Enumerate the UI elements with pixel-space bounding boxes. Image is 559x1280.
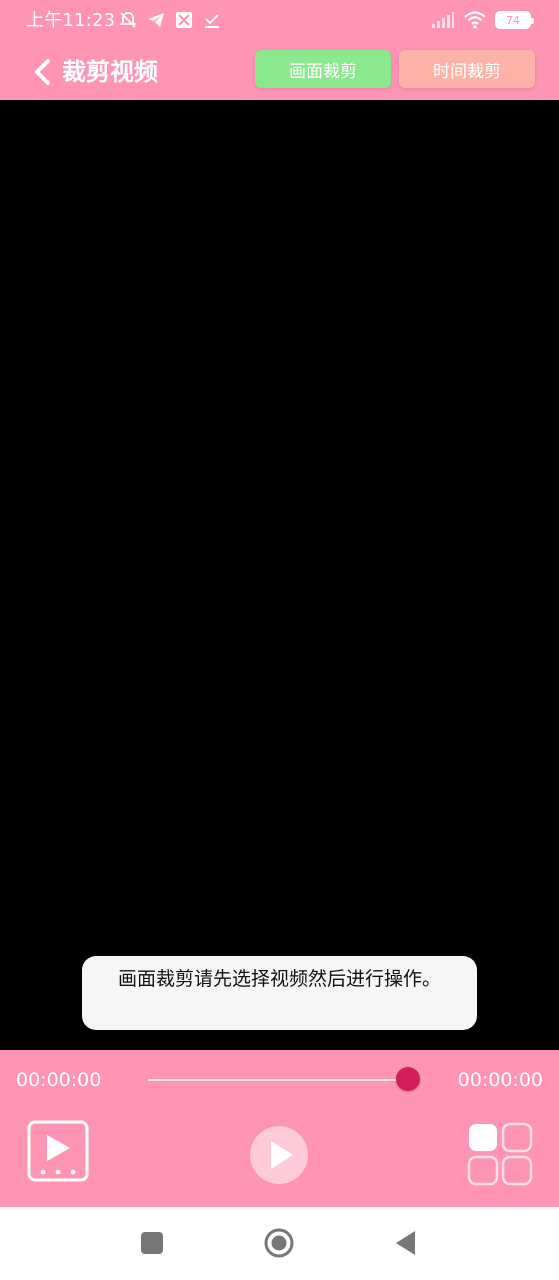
video-file-icon[interactable]	[27, 1120, 89, 1182]
telegram-icon	[148, 13, 164, 27]
notification-muted-icon	[119, 12, 137, 28]
crop-time-button[interactable]: 时间裁剪	[399, 50, 535, 88]
toast-message: 画面裁剪请先选择视频然后进行操作。	[82, 956, 477, 1030]
system-icons: 74	[431, 10, 534, 30]
notification-icons	[118, 10, 222, 30]
battery-icon: 74	[495, 11, 534, 29]
download-done-icon	[205, 14, 219, 28]
chevron-left-icon[interactable]	[28, 56, 58, 88]
back-triangle-icon[interactable]	[390, 1227, 422, 1259]
status-bar: 上午11:23 74	[0, 0, 559, 42]
current-time: 00:00:00	[16, 1069, 102, 1091]
video-preview[interactable]	[0, 100, 559, 1050]
navigation-bar	[0, 1207, 559, 1280]
page-title: 裁剪视频	[62, 58, 158, 86]
control-panel: 00:00:00 00:00:00	[0, 1050, 559, 1207]
recents-square-icon[interactable]	[136, 1227, 168, 1259]
signal-icon	[432, 12, 454, 28]
home-circle-icon[interactable]	[263, 1227, 295, 1259]
play-icon[interactable]	[249, 1125, 309, 1185]
progress-thumb[interactable]	[396, 1067, 420, 1091]
app-bar: 裁剪视频 画面裁剪 时间裁剪	[0, 42, 559, 100]
progress-track[interactable]	[148, 1079, 408, 1081]
grid-icon[interactable]	[467, 1122, 533, 1186]
status-time: 上午11:23	[26, 10, 116, 31]
wifi-icon	[464, 11, 486, 29]
app-icon	[176, 12, 192, 28]
crop-frame-button[interactable]: 画面裁剪	[255, 50, 391, 88]
top-bar: 上午11:23 74 裁剪视频 画面裁剪 时间裁剪	[0, 0, 559, 100]
battery-level: 74	[506, 13, 520, 27]
total-time: 00:00:00	[457, 1069, 543, 1091]
